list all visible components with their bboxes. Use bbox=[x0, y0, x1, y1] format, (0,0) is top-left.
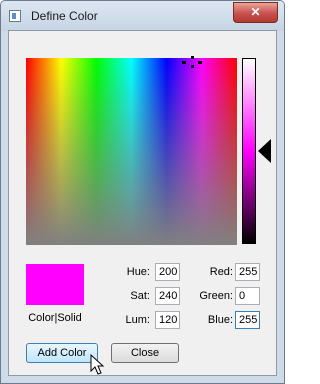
crosshair-icon bbox=[182, 56, 204, 70]
luminosity-arrow-icon[interactable] bbox=[258, 139, 271, 163]
hue-field[interactable]: 200 bbox=[155, 263, 180, 281]
luminosity-slider[interactable] bbox=[242, 58, 256, 244]
sat-label: Sat: bbox=[130, 290, 150, 302]
hue-label: Hue: bbox=[126, 266, 150, 278]
close-button[interactable]: Close bbox=[111, 343, 179, 363]
green-field[interactable]: 0 bbox=[235, 287, 260, 305]
red-field[interactable]: 255 bbox=[235, 263, 260, 281]
sat-field[interactable]: 240 bbox=[155, 287, 180, 305]
color-spectrum[interactable] bbox=[26, 56, 237, 245]
blue-label: Blue: bbox=[207, 314, 233, 326]
window-close-button[interactable]: ✕ bbox=[233, 2, 278, 23]
lum-field[interactable]: 120 bbox=[155, 311, 180, 329]
color-solid-label: Color|Solid bbox=[28, 312, 82, 324]
window-title: Define Color bbox=[31, 9, 98, 23]
spectrum-saturation-overlay bbox=[26, 58, 237, 245]
app-icon bbox=[9, 10, 21, 22]
add-color-button[interactable]: Add Color bbox=[26, 343, 98, 363]
red-label: Red: bbox=[209, 266, 233, 278]
mouse-pointer-icon bbox=[90, 354, 105, 375]
title-bar[interactable]: Define Color ✕ bbox=[1, 1, 284, 31]
green-label: Green: bbox=[199, 290, 233, 302]
lum-label: Lum: bbox=[125, 314, 150, 326]
color-solid-swatch bbox=[26, 264, 84, 305]
blue-field[interactable]: 255 bbox=[235, 311, 260, 329]
